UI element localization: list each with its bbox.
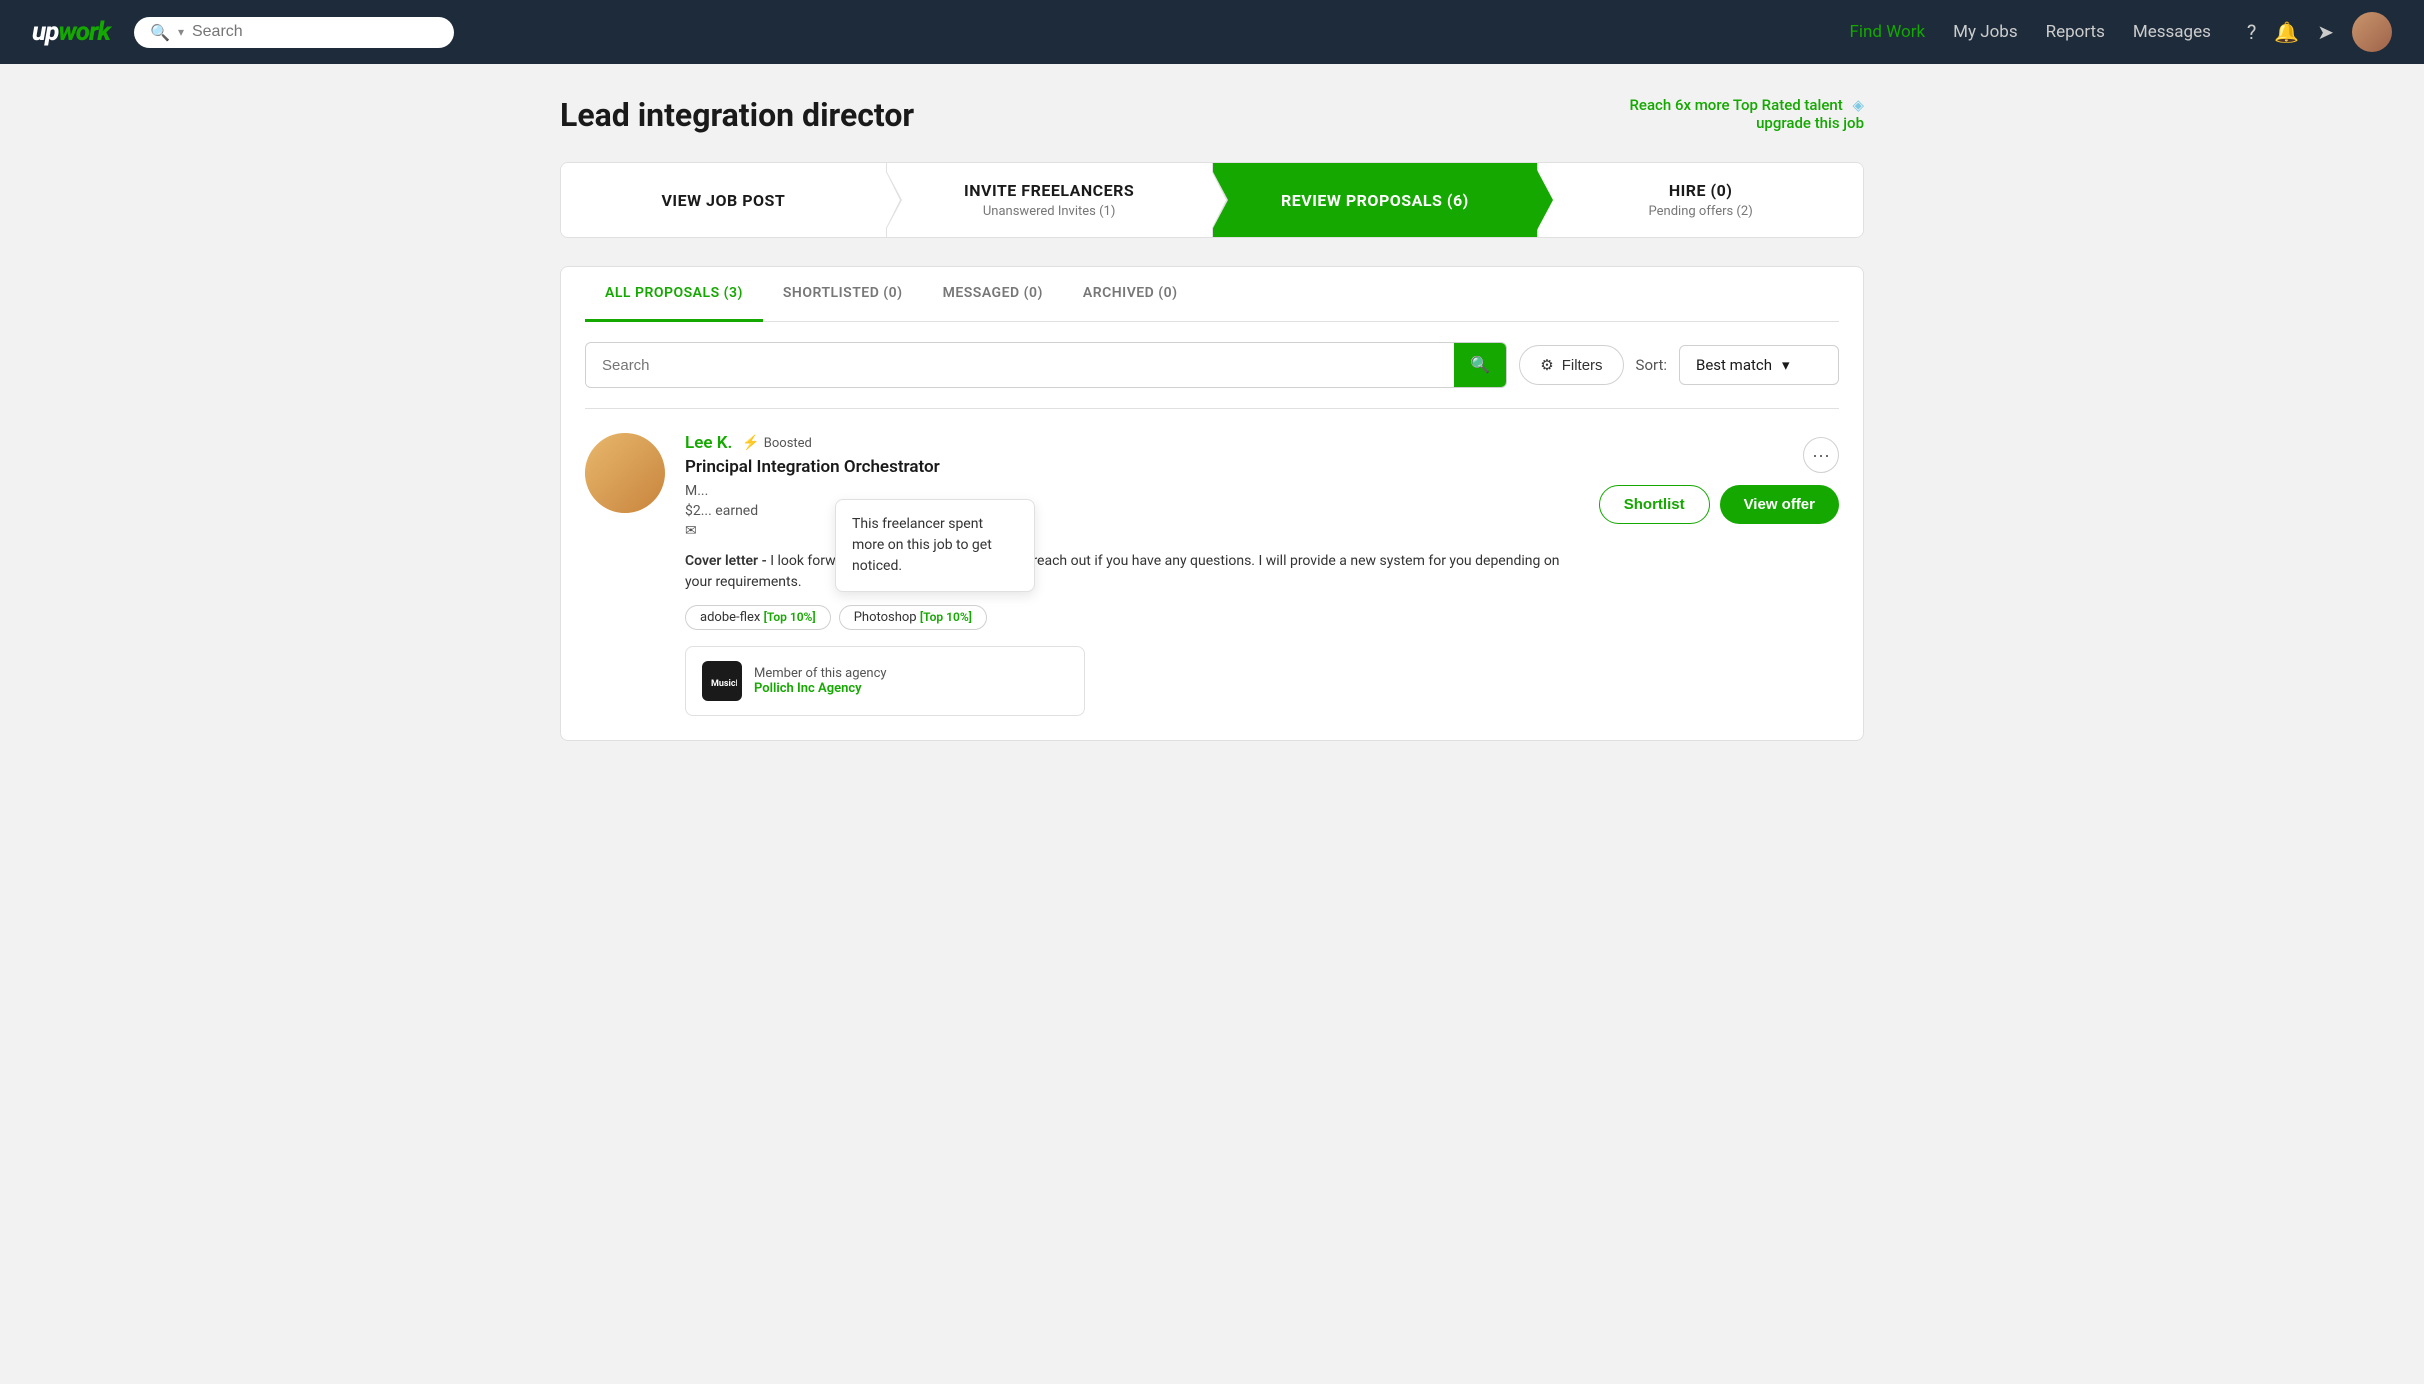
shortlist-button[interactable]: Shortlist <box>1599 485 1710 524</box>
workflow-review-proposals[interactable]: REVIEW PROPOSALS (6) <box>1213 163 1539 237</box>
header: upwork 🔍 ▾ Find Work My Jobs Reports Mes… <box>0 0 2424 64</box>
proposal-search-input[interactable] <box>586 345 1454 386</box>
workflow-step-title: REVIEW PROPOSALS (6) <box>1281 191 1469 210</box>
workflow-steps: VIEW JOB POST INVITE FREELANCERS Unanswe… <box>560 162 1864 238</box>
proposal-search-bar[interactable]: 🔍 <box>585 342 1507 388</box>
main-content: Lead integration director Reach 6x more … <box>512 64 1912 773</box>
agency-logo: MusicDog <box>702 661 742 701</box>
skill-tag: Photoshop [Top 10%] <box>839 605 987 630</box>
name-row: Lee K. ⚡ Boosted <box>685 433 1579 453</box>
proposal-search-button[interactable]: 🔍 <box>1454 343 1506 387</box>
proposal-tabs: ALL PROPOSALS (3) SHORTLISTED (0) MESSAG… <box>585 267 1839 322</box>
boosted-tooltip: This freelancer spent more on this job t… <box>835 499 1035 592</box>
freelancer-name[interactable]: Lee K. <box>685 433 732 453</box>
help-icon[interactable]: ? <box>2247 20 2256 44</box>
nav-messages[interactable]: Messages <box>2133 22 2211 42</box>
skill-tag: adobe-flex [Top 10%] <box>685 605 831 630</box>
boosted-badge: ⚡ Boosted <box>742 435 812 451</box>
view-offer-button[interactable]: View offer <box>1720 485 1839 524</box>
filters-label: Filters <box>1562 357 1603 374</box>
tab-all-proposals[interactable]: ALL PROPOSALS (3) <box>585 267 763 322</box>
boosted-label: Boosted <box>764 436 812 451</box>
workflow-view-job-post[interactable]: VIEW JOB POST <box>561 163 887 237</box>
proposal-actions: ··· Shortlist View offer <box>1599 433 1839 716</box>
workflow-step-title: INVITE FREELANCERS <box>964 181 1134 200</box>
workflow-step-title: VIEW JOB POST <box>661 191 785 210</box>
action-buttons: Shortlist View offer <box>1599 485 1839 524</box>
workflow-hire[interactable]: HIRE (0) Pending offers (2) <box>1538 163 1863 237</box>
freelancer-avatar <box>585 433 665 513</box>
upgrade-section: Reach 6x more Top Rated talent ◈ upgrade… <box>1629 96 1864 132</box>
workflow-step-subtitle: Unanswered Invites (1) <box>983 204 1116 219</box>
more-options-button[interactable]: ··· <box>1803 437 1839 473</box>
cover-letter: Cover letter - I look forward to working… <box>685 551 1579 593</box>
search-icon: 🔍 <box>1470 357 1490 374</box>
upgrade-job-link[interactable]: upgrade this job <box>1756 114 1864 132</box>
proposals-container: ALL PROPOSALS (3) SHORTLISTED (0) MESSAG… <box>560 266 1864 741</box>
skill-percent: [Top 10%] <box>920 610 972 624</box>
avatar-image <box>2352 12 2392 52</box>
freelancer-title: Principal Integration Orchestrator <box>685 457 1579 477</box>
chevron-down-icon: ▾ <box>1782 356 1790 374</box>
diamond-icon: ◈ <box>1852 96 1864 114</box>
agency-box: MusicDog Member of this agency Pollich I… <box>685 646 1085 716</box>
skill-percent: [Top 10%] <box>764 610 816 624</box>
avatar-image <box>585 433 665 513</box>
search-icon: 🔍 <box>150 23 170 42</box>
main-nav: Find Work My Jobs Reports Messages <box>1850 22 2211 42</box>
workflow-invite-freelancers[interactable]: INVITE FREELANCERS Unanswered Invites (1… <box>887 163 1213 237</box>
avatar[interactable] <box>2352 12 2392 52</box>
search-caret-icon: ▾ <box>178 25 184 39</box>
member-text: Member of this agency <box>754 666 887 681</box>
skills-list: adobe-flex [Top 10%] Photoshop [Top 10%] <box>685 605 1579 630</box>
pointer-icon[interactable]: ➤ <box>2317 20 2334 44</box>
filters-button[interactable]: ⚙ Filters <box>1519 345 1623 385</box>
nav-find-work[interactable]: Find Work <box>1850 22 1926 42</box>
workflow-step-subtitle: Pending offers (2) <box>1649 204 1753 219</box>
sort-dropdown[interactable]: Best match ▾ <box>1679 345 1839 385</box>
search-filters-row: 🔍 ⚙ Filters Sort: Best match ▾ <box>585 322 1839 408</box>
page-title: Lead integration director <box>560 96 914 134</box>
cover-letter-body: I look forward to working with you. Plea… <box>685 553 1560 590</box>
filters-icon: ⚙ <box>1540 356 1553 374</box>
tab-shortlisted[interactable]: SHORTLISTED (0) <box>763 267 923 322</box>
upwork-logo[interactable]: upwork <box>32 17 110 47</box>
header-icons: ? 🔔 ➤ <box>2247 12 2392 52</box>
workflow-step-title: HIRE (0) <box>1669 181 1733 200</box>
nav-my-jobs[interactable]: My Jobs <box>1953 22 2018 42</box>
tab-messaged[interactable]: MESSAGED (0) <box>923 267 1063 322</box>
agency-name[interactable]: Pollich Inc Agency <box>754 681 887 696</box>
upgrade-link[interactable]: Reach 6x more Top Rated talent <box>1629 96 1842 114</box>
bolt-icon: ⚡ <box>742 435 759 451</box>
proposal-email: ✉ <box>685 523 1579 539</box>
tab-archived[interactable]: ARCHIVED (0) <box>1063 267 1198 322</box>
global-search-bar[interactable]: 🔍 ▾ <box>134 17 454 48</box>
agency-info: Member of this agency Pollich Inc Agency <box>754 666 887 696</box>
proposal-earned: $2... earned <box>685 503 1579 519</box>
proposal-meta: M... <box>685 483 1579 499</box>
page-header: Lead integration director Reach 6x more … <box>560 96 1864 134</box>
proposal-card: Lee K. ⚡ Boosted Principal Integration O… <box>585 408 1839 740</box>
sort-label: Sort: <box>1636 356 1667 374</box>
search-input[interactable] <box>192 23 438 41</box>
cover-letter-label: Cover letter - <box>685 553 767 569</box>
proposal-content: Lee K. ⚡ Boosted Principal Integration O… <box>685 433 1579 716</box>
sort-value: Best match <box>1696 356 1772 374</box>
notification-bell-icon[interactable]: 🔔 <box>2274 20 2299 44</box>
svg-text:MusicDog: MusicDog <box>711 679 737 689</box>
nav-reports[interactable]: Reports <box>2046 22 2105 42</box>
